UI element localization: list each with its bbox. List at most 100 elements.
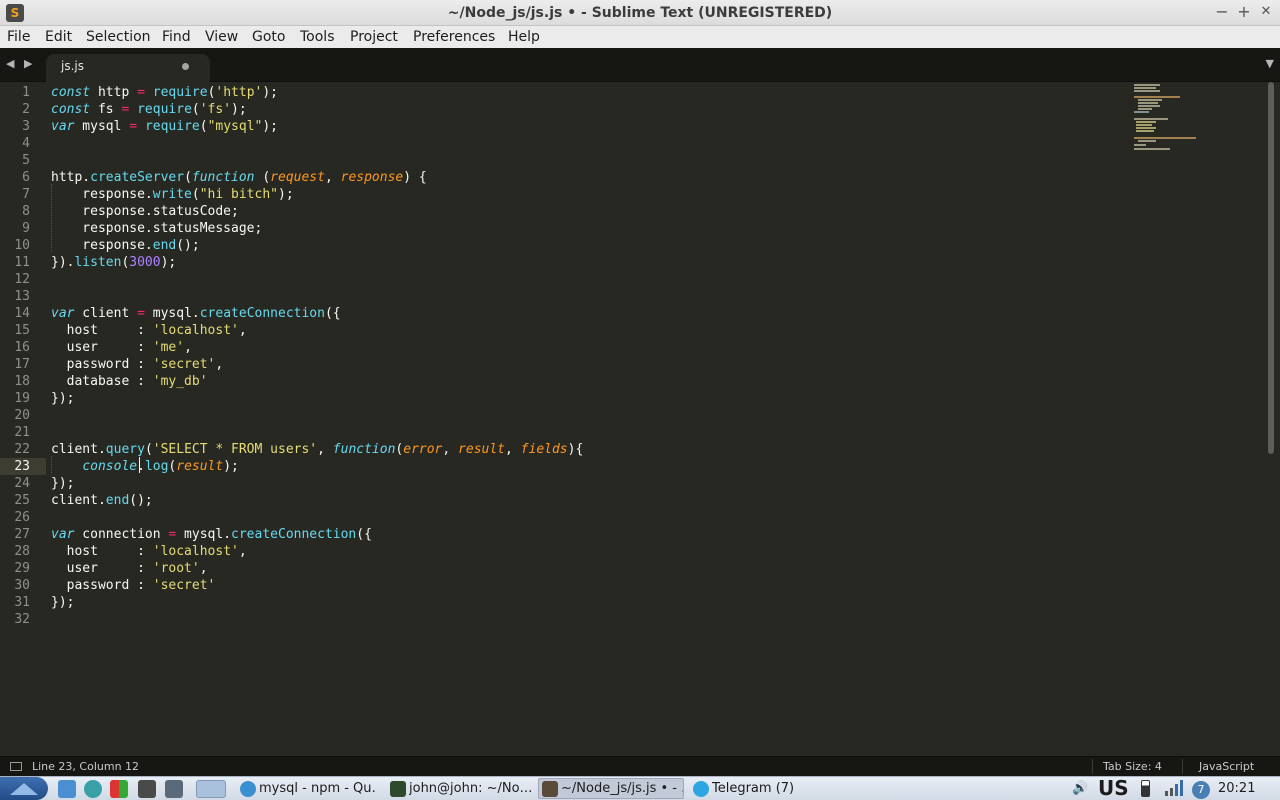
title-bar: S ~/Node_js/js.js • - Sublime Text (UNRE… xyxy=(0,0,1280,26)
task-telegram[interactable]: Telegram (7) xyxy=(689,778,835,799)
code-line[interactable]: }); xyxy=(51,475,74,492)
line-number: 19 xyxy=(14,391,30,406)
menu-project[interactable]: Project xyxy=(350,26,398,48)
tab-label: js.js xyxy=(61,59,84,73)
line-number: 17 xyxy=(14,357,30,372)
code-line[interactable]: http.createServer(function (request, res… xyxy=(51,169,427,186)
menu-find[interactable]: Find xyxy=(162,26,191,48)
code-line[interactable]: const fs = require('fs'); xyxy=(51,101,247,118)
task-sublime[interactable]: ~/Node_js/js.js • - … xyxy=(538,778,684,799)
code-line[interactable]: database : 'my_db' xyxy=(51,373,208,390)
line-number: 6 xyxy=(22,170,30,185)
code-line[interactable]: password : 'secret' xyxy=(51,577,216,594)
tab-js-js[interactable]: js.js xyxy=(46,54,210,82)
status-divider xyxy=(1092,759,1093,774)
line-number: 3 xyxy=(22,119,30,134)
volume-icon[interactable]: 🔊 xyxy=(1072,777,1088,800)
menu-file[interactable]: File xyxy=(7,26,30,48)
clock[interactable]: 20:21 xyxy=(1218,777,1255,800)
window-title: ~/Node_js/js.js • - Sublime Text (UNREGI… xyxy=(447,5,833,21)
unsaved-dot-icon[interactable] xyxy=(182,63,189,70)
menu-view[interactable]: View xyxy=(205,26,238,48)
tab-dropdown-icon[interactable]: ▼ xyxy=(1266,58,1274,70)
vertical-scrollbar[interactable] xyxy=(1266,82,1280,756)
code-line[interactable]: response.statusMessage; xyxy=(51,220,262,237)
code-line[interactable]: }).listen(3000); xyxy=(51,254,176,271)
scrollbar-thumb[interactable] xyxy=(1268,82,1274,454)
show-desktop-icon[interactable] xyxy=(196,780,226,798)
code-line[interactable]: console.log(result); xyxy=(51,458,239,475)
line-number: 27 xyxy=(14,527,30,542)
code-line[interactable]: var connection = mysql.createConnection(… xyxy=(51,526,372,543)
code-line[interactable]: user : 'me', xyxy=(51,339,192,356)
text-caret xyxy=(139,457,140,473)
task-browser[interactable]: mysql - npm - Qu… xyxy=(236,778,378,799)
menu-edit[interactable]: Edit xyxy=(45,26,72,48)
menu-selection[interactable]: Selection xyxy=(86,26,151,48)
line-number: 28 xyxy=(14,544,30,559)
code-editor[interactable]: 1 2 3 4 5 6 7 8 9 10 11 12 13 14 15 16 17 18 19 20 21 22 23 24 2… xyxy=(0,82,1266,756)
panel-toggle-icon[interactable] xyxy=(10,762,22,771)
line-number-gutter: 1 2 3 4 5 6 7 8 9 10 11 12 13 14 15 16 17 18 19 20 21 22 23 24 2… xyxy=(0,82,46,756)
code-line[interactable]: var client = mysql.createConnection({ xyxy=(51,305,341,322)
code-line[interactable]: user : 'root', xyxy=(51,560,208,577)
line-number: 5 xyxy=(22,153,30,168)
code-line[interactable]: }); xyxy=(51,390,74,407)
code-line[interactable]: client.end(); xyxy=(51,492,153,509)
menu-goto[interactable]: Goto xyxy=(252,26,285,48)
keyboard-layout-indicator[interactable]: US xyxy=(1098,777,1129,800)
minimize-button[interactable]: − xyxy=(1212,2,1232,22)
close-button[interactable]: ✕ xyxy=(1256,2,1276,22)
tab-bar: ◀ ▶ js.js ▼ xyxy=(0,48,1280,82)
notification-badge[interactable]: 7 xyxy=(1192,781,1210,799)
syntax-selector[interactable]: JavaScript xyxy=(1199,757,1254,776)
tab-size-selector[interactable]: Tab Size: 4 xyxy=(1103,757,1162,776)
code-line[interactable]: response.statusCode; xyxy=(51,203,239,220)
minimap[interactable] xyxy=(1132,82,1232,152)
task-terminal[interactable]: john@john: ~/No… xyxy=(386,778,532,799)
telegram-task-icon xyxy=(693,781,709,797)
sublime-launcher-icon[interactable] xyxy=(138,780,156,798)
network-signal-icon[interactable] xyxy=(1164,780,1184,797)
terminal-launcher-icon[interactable] xyxy=(165,780,183,798)
line-number: 9 xyxy=(22,221,30,236)
line-number: 2 xyxy=(22,102,30,117)
line-number: 29 xyxy=(14,561,30,576)
task-label: Telegram (7) xyxy=(712,781,795,796)
code-line[interactable]: const http = require('http'); xyxy=(51,84,278,101)
code-line[interactable]: host : 'localhost', xyxy=(51,322,247,339)
tab-nav-arrows-icon[interactable]: ◀ ▶ xyxy=(6,57,35,71)
code-line[interactable]: password : 'secret', xyxy=(51,356,224,373)
line-number: 7 xyxy=(22,187,30,202)
line-number: 31 xyxy=(14,595,30,610)
code-line[interactable]: host : 'localhost', xyxy=(51,543,247,560)
line-number: 24 xyxy=(14,476,30,491)
menu-preferences[interactable]: Preferences xyxy=(413,26,495,48)
line-number: 22 xyxy=(14,442,30,457)
indent-guide xyxy=(51,456,52,473)
menu-bar: File Edit Selection Find View Goto Tools… xyxy=(0,26,1280,48)
line-number: 25 xyxy=(14,493,30,508)
start-menu-icon[interactable] xyxy=(0,777,48,800)
status-bar: Line 23, Column 12 Tab Size: 4 JavaScrip… xyxy=(0,756,1280,776)
maximize-button[interactable]: + xyxy=(1234,2,1254,22)
line-number: 32 xyxy=(14,612,30,627)
code-line[interactable]: response.write("hi bitch"); xyxy=(51,186,293,203)
code-line[interactable]: }); xyxy=(51,594,74,611)
taskbar: mysql - npm - Qu… john@john: ~/No… ~/Nod… xyxy=(0,776,1280,800)
menu-help[interactable]: Help xyxy=(508,26,540,48)
battery-icon[interactable] xyxy=(1141,780,1150,797)
line-number: 15 xyxy=(14,323,30,338)
line-number: 12 xyxy=(14,272,30,287)
app-launcher-icon[interactable] xyxy=(110,780,128,798)
file-manager-icon[interactable] xyxy=(58,780,76,798)
code-line[interactable]: client.query('SELECT * FROM users', func… xyxy=(51,441,583,458)
line-number: 26 xyxy=(14,510,30,525)
line-number: 1 xyxy=(22,85,30,100)
task-label: john@john: ~/No… xyxy=(409,781,531,796)
line-number: 16 xyxy=(14,340,30,355)
code-line[interactable]: response.end(); xyxy=(51,237,199,254)
browser-icon[interactable] xyxy=(84,780,102,798)
menu-tools[interactable]: Tools xyxy=(300,26,335,48)
code-line[interactable]: var mysql = require("mysql"); xyxy=(51,118,278,135)
